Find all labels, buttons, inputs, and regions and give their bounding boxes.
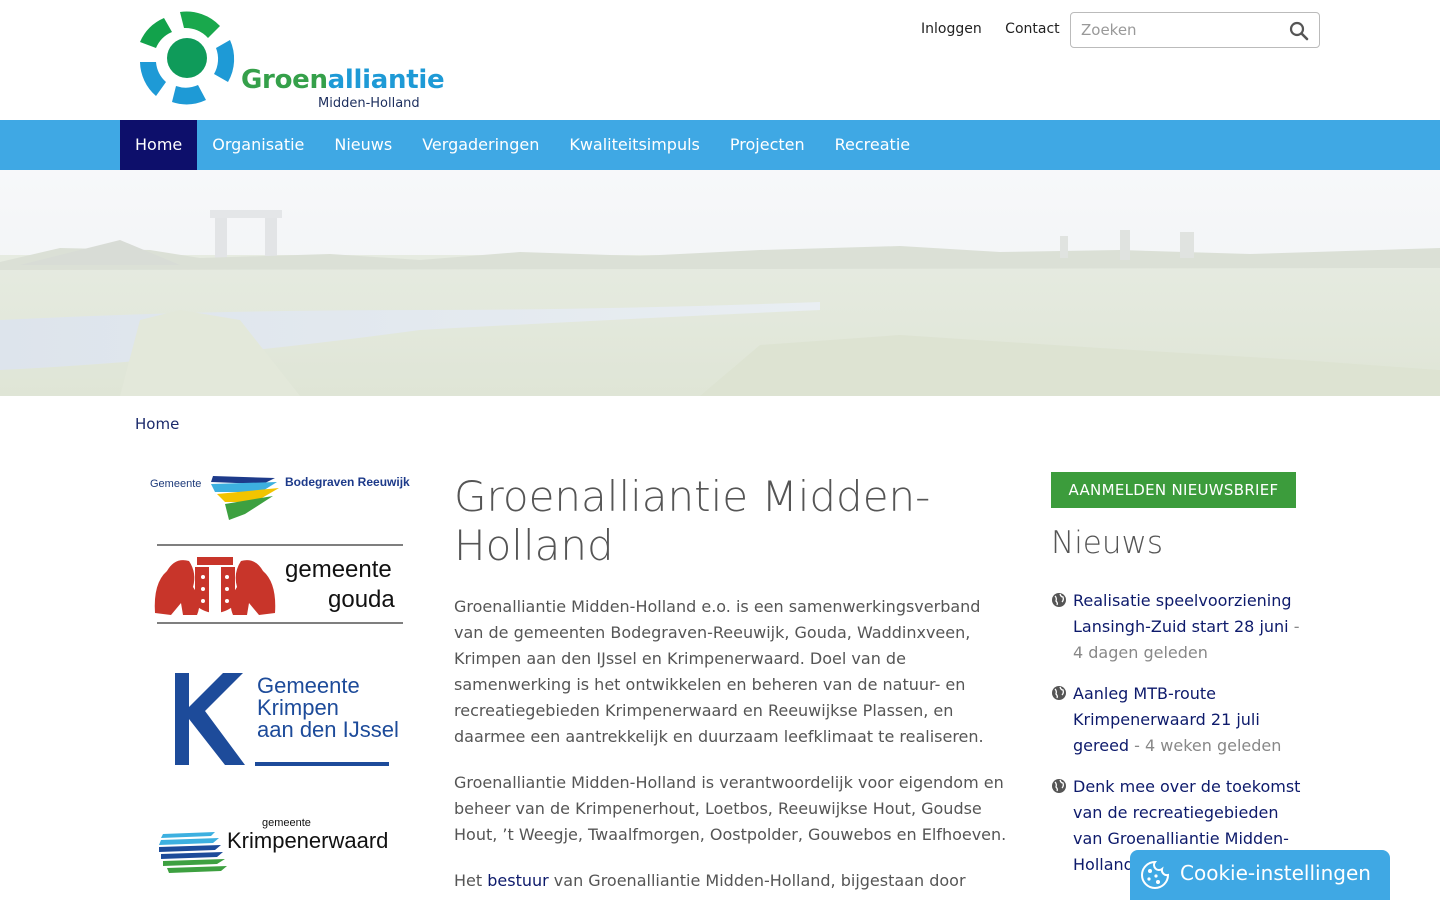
krimpen-line3: aan den IJssel (257, 717, 399, 742)
newsletter-signup-button[interactable]: AANMELDEN NIEUWSBRIEF (1051, 472, 1296, 508)
logo-title-part1: Groen (241, 65, 328, 95)
cookie-icon (1141, 860, 1170, 889)
logo-title: Groenalliantie (241, 65, 445, 95)
intro-text: Groenalliantie Midden-Holland e.o. is ee… (454, 594, 1014, 900)
news-heading: Nieuws (1051, 525, 1164, 561)
globe-icon (1052, 593, 1066, 607)
globe-icon (1052, 779, 1066, 793)
intro-paragraph-3: Het bestuur van Groenalliantie Midden-Ho… (454, 868, 1014, 894)
logo-gouda[interactable]: gemeente gouda (145, 543, 415, 629)
search-input[interactable] (1071, 13, 1281, 47)
search-icon[interactable] (1289, 21, 1309, 41)
bodegraven-name: Bodegraven Reeuwijk (285, 475, 410, 489)
breadcrumb[interactable]: Home (135, 415, 179, 433)
intro-paragraph-1: Groenalliantie Midden-Holland e.o. is ee… (454, 597, 984, 746)
news-link[interactable]: Realisatie speelvoorziening Lansingh-Zui… (1073, 591, 1292, 636)
intro-paragraph-2: Groenalliantie Midden-Holland is verantw… (454, 773, 1007, 844)
nav-item-projecten[interactable]: Projecten (715, 120, 820, 170)
news-list: Realisatie speelvoorziening Lansingh-Zui… (1051, 588, 1301, 893)
news-item: Realisatie speelvoorziening Lansingh-Zui… (1051, 588, 1301, 666)
main-navigation: Home Organisatie Nieuws Vergaderingen Kw… (0, 120, 1440, 170)
bodegraven-prefix: Gemeente (150, 478, 201, 490)
logo-subtitle: Midden-Holland (318, 96, 420, 111)
nav-item-kwaliteitsimpuls[interactable]: Kwaliteitsimpuls (554, 120, 715, 170)
page-title: Groenalliantie Midden-Holland (454, 472, 931, 570)
news-item: Aanleg MTB-route Krimpenerwaard 21 juli … (1051, 681, 1301, 759)
globe-icon (1052, 686, 1066, 700)
logo-bodegraven-reeuwijk[interactable]: Gemeente Bodegraven Reeuwijk (145, 462, 415, 526)
site-logo[interactable]: Groenalliantie Midden-Holland (134, 10, 445, 114)
krimpenerwaard-name: Krimpenerwaard (227, 828, 388, 853)
gouda-line2: gouda (328, 586, 395, 613)
nav-item-vergaderingen[interactable]: Vergaderingen (407, 120, 554, 170)
cookie-settings-label: Cookie-instellingen (1180, 861, 1371, 885)
contact-link[interactable]: Contact (1005, 21, 1059, 37)
paragraph-3-prefix: Het (454, 871, 488, 890)
paragraph-3-suffix: van Groenalliantie Midden-Holland, bijge… (548, 871, 966, 890)
gouda-line1: gemeente (285, 556, 392, 583)
logo-mark-icon (140, 11, 235, 105)
nav-item-recreatie[interactable]: Recreatie (820, 120, 925, 170)
login-link[interactable]: Inloggen (921, 21, 982, 37)
top-links: Inloggen Contact (921, 21, 1079, 37)
site-header: Groenalliantie Midden-Holland Inloggen C… (0, 0, 1440, 120)
nav-item-organisatie[interactable]: Organisatie (197, 120, 319, 170)
bestuur-link[interactable]: bestuur (487, 871, 548, 890)
hero-landscape-image (0, 170, 1440, 396)
logo-title-part2: alliantie (327, 65, 445, 95)
logo-krimpenerwaard[interactable]: gemeente Krimpenerwaard (145, 812, 415, 882)
nav-item-home[interactable]: Home (120, 120, 198, 170)
search-box (1070, 12, 1320, 48)
logo-krimpen-aan-den-ijssel[interactable]: Gemeente Krimpen aan den IJssel (145, 665, 415, 775)
nav-item-nieuws[interactable]: Nieuws (319, 120, 407, 170)
cookie-settings-button[interactable]: Cookie-instellingen (1130, 850, 1390, 900)
news-age: - 4 weken geleden (1129, 736, 1282, 755)
